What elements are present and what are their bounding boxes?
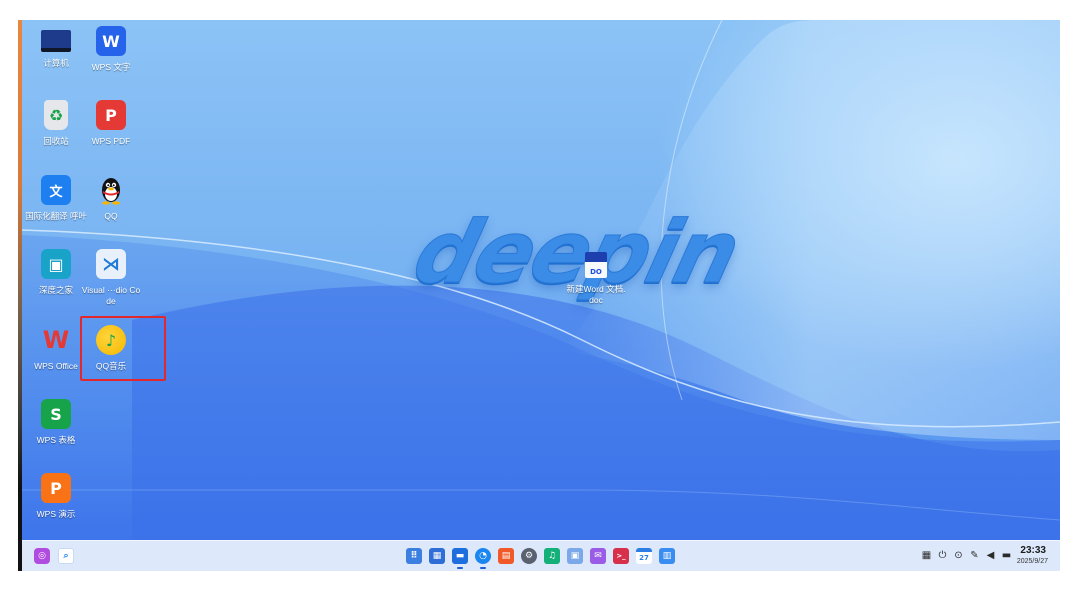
desktop-icon-wps-writer[interactable]: W WPS 文字	[80, 26, 142, 73]
running-indicator	[480, 567, 486, 569]
selection-highlight-box	[80, 316, 166, 381]
desktop-icon-vscode[interactable]: ⋊ Visual ···dio Code	[80, 249, 142, 307]
desktop-icon-new-word-doc[interactable]: DO 新建Word 文档.doc	[565, 252, 627, 306]
computer-icon	[41, 30, 71, 52]
volume-icon[interactable]: ◀	[984, 549, 997, 563]
desktop-icon-computer[interactable]: 计算机	[25, 26, 87, 69]
taskbar: ◎ ⌕ ⠿ ▦ ▬ ◔ ▤ ⚙ ♫ ▣ ✉ >_ 27 ▥ ▦ ⏻ ⊙ ✎ ◀ …	[22, 540, 1060, 571]
desktop-icon-label: WPS 文字	[91, 62, 131, 72]
search-icon[interactable]: ⌕	[58, 548, 74, 564]
clock-time[interactable]: 23:33	[1020, 545, 1046, 556]
desktop-icon-trash[interactable]: ♻ 回收站	[25, 100, 87, 147]
music-player-icon[interactable]: ♫	[544, 548, 560, 564]
desktop-screen: deepin 计算机 W WPS 文字 ♻ 回收站 P WPS PDF 文 国际…	[22, 20, 1060, 571]
image-viewer-icon[interactable]: ▣	[567, 548, 583, 564]
desktop-icon-label: WPS PDF	[91, 136, 131, 146]
pen-icon[interactable]: ✎	[968, 549, 981, 563]
wps-spreadsheet-icon: S	[41, 399, 71, 429]
keyboard-layout-icon[interactable]: ▦	[920, 549, 933, 563]
network-icon[interactable]: ▬	[1000, 549, 1013, 563]
desktop-icon-label: Visual ···dio Code	[81, 285, 141, 306]
desktop-icon-label: WPS 表格	[36, 435, 76, 445]
power-icon[interactable]: ⏻	[936, 549, 949, 563]
trash-dock-icon[interactable]: ▥	[659, 548, 675, 564]
desktop-icon-label: WPS 演示	[36, 509, 76, 519]
app-store-icon[interactable]: ▤	[498, 548, 514, 564]
translate-icon: 文	[41, 175, 71, 205]
word-document-icon: DO	[585, 252, 607, 278]
desktop-icon-qq[interactable]: QQ	[80, 175, 142, 222]
terminal-icon[interactable]: >_	[613, 548, 629, 564]
desktop-icon-deepin-home[interactable]: ▣ 深度之家	[25, 249, 87, 296]
desktop-icon-label: WPS Office	[34, 361, 78, 371]
qq-penguin-icon	[96, 175, 126, 205]
wps-office-icon: W	[42, 326, 70, 354]
vscode-icon: ⋊	[96, 249, 126, 279]
desktop-icon-wps-pdf[interactable]: P WPS PDF	[80, 100, 142, 147]
launcher-icon[interactable]: ◎	[34, 548, 50, 564]
app-grid-icon[interactable]: ⠿	[406, 548, 422, 564]
deepin-home-icon: ▣	[41, 249, 71, 279]
file-manager-icon[interactable]: ▬	[452, 548, 468, 564]
desktop-icon-label: 回收站	[43, 136, 69, 146]
browser-icon[interactable]: ◔	[475, 548, 491, 564]
running-indicator	[457, 567, 463, 569]
desktop-icon-label: 深度之家	[38, 285, 73, 295]
desktop-icon-wps-presentation[interactable]: P WPS 演示	[25, 473, 87, 520]
wps-writer-icon: W	[96, 26, 126, 56]
mail-icon[interactable]: ✉	[590, 548, 606, 564]
clock-date[interactable]: 2025/9/27	[1017, 558, 1048, 565]
desktop-icon-wps-office[interactable]: W WPS Office	[25, 325, 87, 372]
notification-icon[interactable]: ⊙	[952, 549, 965, 563]
wps-presentation-icon: P	[41, 473, 71, 503]
desktop-icon-label: QQ	[104, 211, 118, 221]
desktop-icon-translate[interactable]: 文 国际化翻译 呼叶	[25, 175, 87, 222]
wps-pdf-icon: P	[96, 100, 126, 130]
desktop-icon-label: 计算机	[43, 58, 69, 68]
calendar-icon[interactable]: 27	[636, 548, 652, 564]
desktop-icon-label: 国际化翻译 呼叶	[25, 211, 87, 221]
trash-icon: ♻	[44, 100, 68, 130]
settings-gear-icon[interactable]: ⚙	[521, 548, 537, 564]
desktop-icon-wps-spreadsheet[interactable]: S WPS 表格	[25, 399, 87, 446]
multitask-view-icon[interactable]: ▦	[429, 548, 445, 564]
desktop-icon-label: 新建Word 文档.doc	[566, 284, 626, 305]
